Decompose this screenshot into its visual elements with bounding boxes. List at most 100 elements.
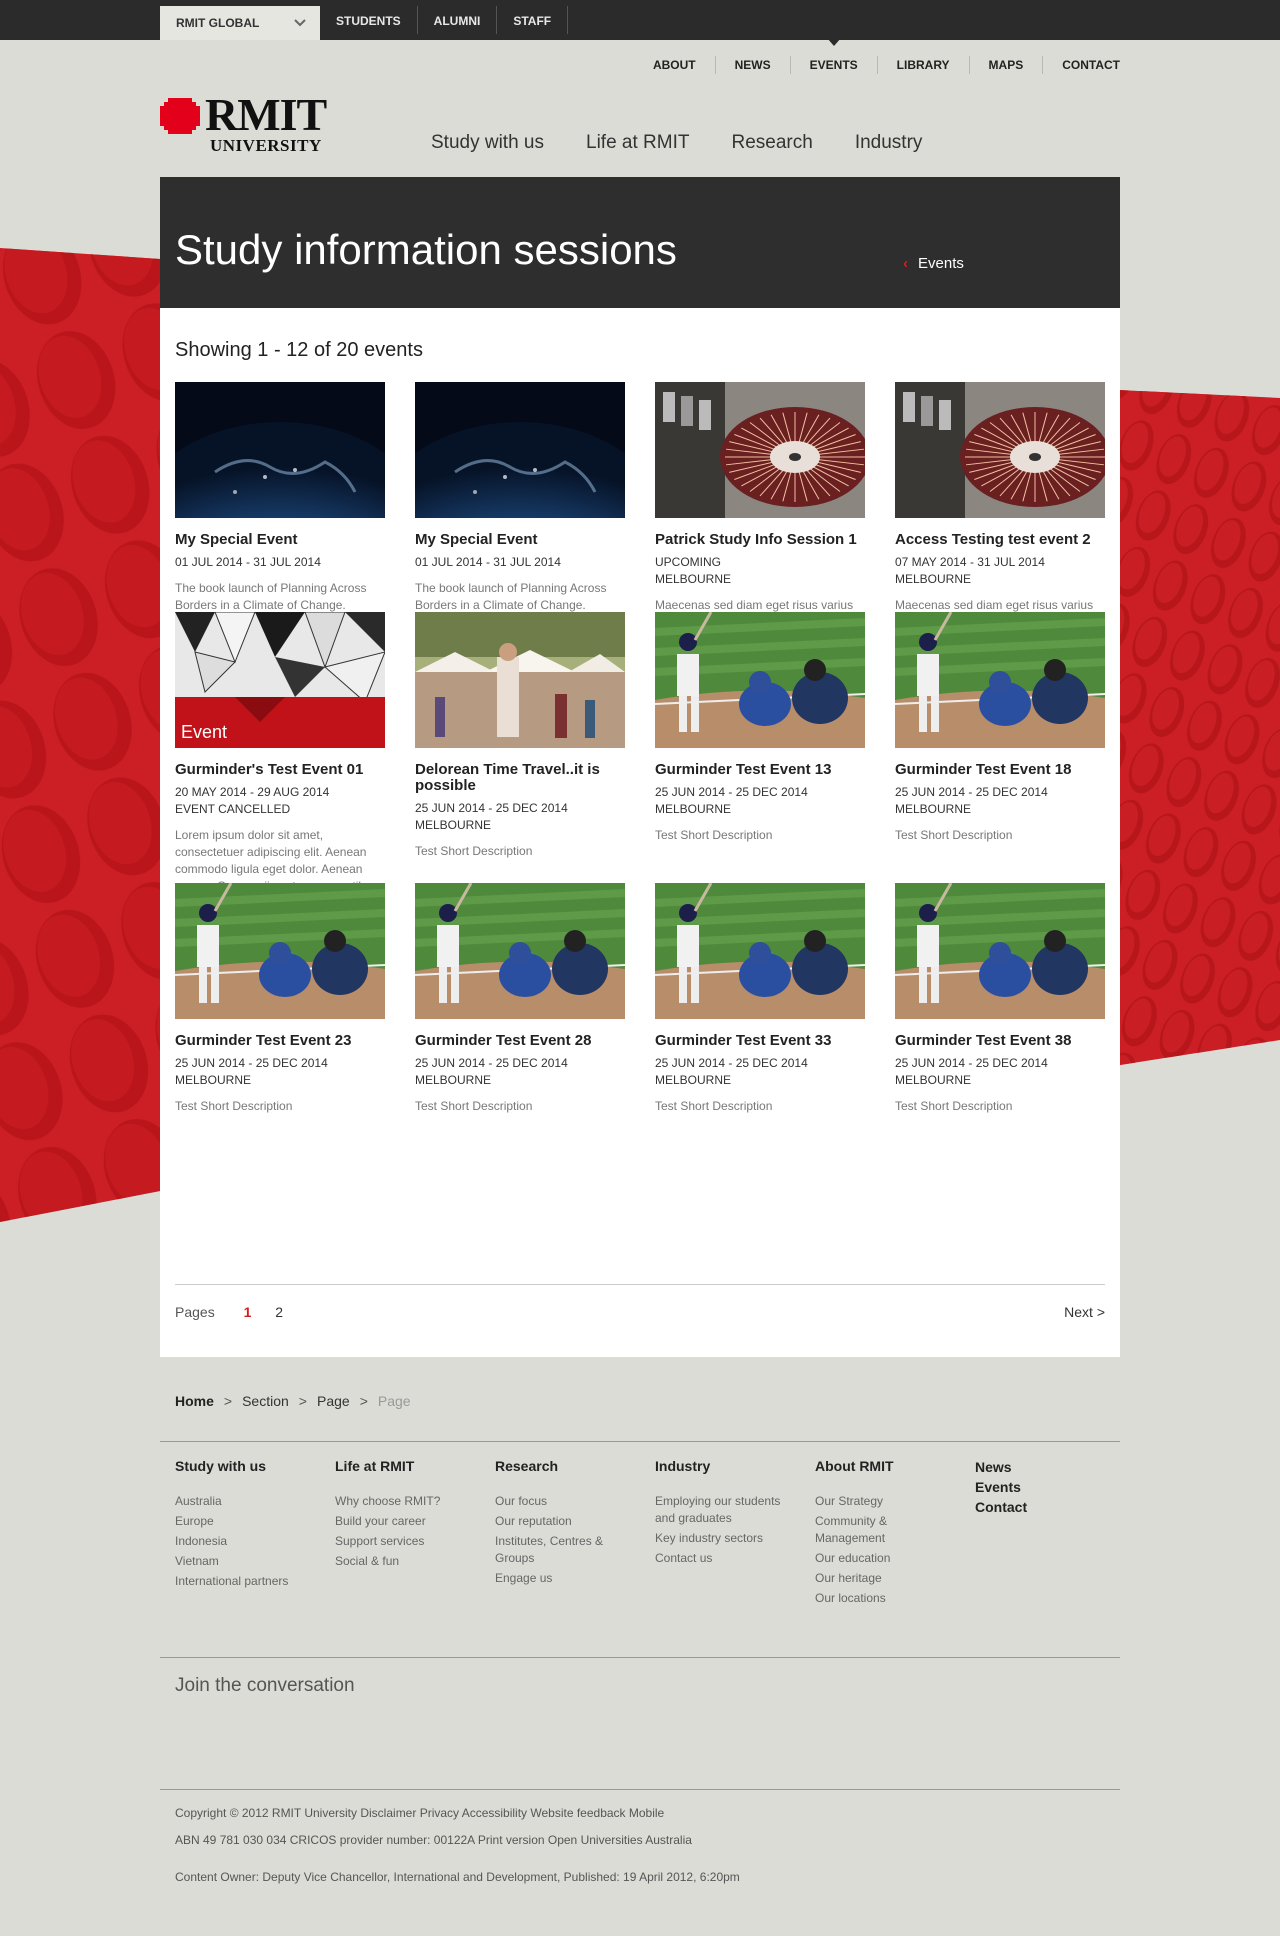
- footer-link[interactable]: Key industry sectors: [655, 1530, 795, 1547]
- footer-column-heading[interactable]: Life at RMIT: [335, 1458, 495, 1474]
- event-thumbnail[interactable]: Event: [175, 612, 385, 748]
- event-meta: UPCOMING MELBOURNE: [655, 554, 865, 588]
- nav-industry[interactable]: Industry: [855, 132, 923, 154]
- event-thumbnail[interactable]: [895, 612, 1105, 748]
- nav-research[interactable]: Research: [731, 132, 812, 154]
- event-card[interactable]: My Special Event 01 JUL 2014 - 31 JUL 20…: [415, 382, 625, 612]
- footer-link[interactable]: Our focus: [495, 1493, 635, 1510]
- event-title[interactable]: Gurminder Test Event 23: [175, 1033, 385, 1049]
- event-card[interactable]: Gurminder Test Event 33 25 JUN 2014 - 25…: [655, 883, 865, 1113]
- event-meta-line: UPCOMING: [655, 555, 721, 569]
- breadcrumb-page[interactable]: Page: [317, 1393, 350, 1409]
- page-1-link[interactable]: 1: [244, 1304, 252, 1320]
- util-library[interactable]: LIBRARY: [876, 56, 969, 74]
- event-thumbnail[interactable]: [655, 382, 865, 518]
- event-meta: 25 JUN 2014 - 25 DEC 2014 MELBOURNE: [415, 800, 625, 834]
- footer-link[interactable]: Social & fun: [335, 1553, 475, 1570]
- footer-link[interactable]: Our locations: [815, 1590, 955, 1607]
- event-title[interactable]: Gurminder Test Event 13: [655, 762, 865, 778]
- event-card[interactable]: Gurminder Test Event 28 25 JUN 2014 - 25…: [415, 883, 625, 1113]
- footer-link[interactable]: Our Strategy: [815, 1493, 955, 1510]
- event-title[interactable]: Gurminder Test Event 18: [895, 762, 1105, 778]
- event-description: Test Short Description: [655, 1099, 773, 1113]
- event-thumbnail[interactable]: [655, 612, 865, 748]
- event-card[interactable]: Gurminder Test Event 13 25 JUN 2014 - 25…: [655, 612, 865, 883]
- event-thumbnail[interactable]: [895, 382, 1105, 518]
- events-grid: My Special Event 01 JUL 2014 - 31 JUL 20…: [175, 382, 1105, 1113]
- util-maps[interactable]: MAPS: [968, 56, 1043, 74]
- event-meta-line: 01 JUL 2014 - 31 JUL 2014: [175, 555, 321, 569]
- event-thumbnail[interactable]: [415, 883, 625, 1019]
- footer-link[interactable]: Institutes, Centres & Groups: [495, 1533, 635, 1567]
- event-thumbnail[interactable]: [415, 612, 625, 748]
- event-card[interactable]: Access Testing test event 2 07 MAY 2014 …: [895, 382, 1105, 629]
- footer-link[interactable]: Our reputation: [495, 1513, 635, 1530]
- event-title[interactable]: Gurminder's Test Event 01: [175, 762, 385, 778]
- rmit-global-dropdown[interactable]: RMIT GLOBAL: [160, 6, 320, 40]
- footer-link[interactable]: Indonesia: [175, 1533, 315, 1550]
- event-thumbnail[interactable]: [895, 883, 1105, 1019]
- footer-link[interactable]: Why choose RMIT?: [335, 1493, 475, 1510]
- footer-column-heading[interactable]: Industry: [655, 1458, 815, 1474]
- event-meta-line: 25 JUN 2014 - 25 DEC 2014: [655, 785, 808, 799]
- event-thumbnail[interactable]: [415, 382, 625, 518]
- footer-link[interactable]: Employing our students and graduates: [655, 1493, 795, 1527]
- event-thumbnail[interactable]: [655, 883, 865, 1019]
- event-thumbnail[interactable]: [175, 883, 385, 1019]
- footer-link[interactable]: Community & Management: [815, 1513, 955, 1547]
- event-meta: 25 JUN 2014 - 25 DEC 2014 MELBOURNE: [655, 784, 865, 818]
- event-card[interactable]: Gurminder Test Event 18 25 JUN 2014 - 25…: [895, 612, 1105, 883]
- event-title[interactable]: My Special Event: [175, 532, 385, 548]
- rmit-logo[interactable]: RMIT UNIVERSITY: [160, 92, 330, 156]
- footer-link[interactable]: Support services: [335, 1533, 475, 1550]
- util-about[interactable]: ABOUT: [634, 56, 715, 74]
- next-page-link[interactable]: Next >: [1064, 1304, 1105, 1320]
- event-card[interactable]: Delorean Time Travel..it is possible 25 …: [415, 612, 625, 883]
- rmit-pixel-logo-icon: [160, 98, 200, 134]
- footer-quick-link[interactable]: News: [975, 1458, 1115, 1476]
- footer-link[interactable]: Our education: [815, 1550, 955, 1567]
- events-listing: Showing 1 - 12 of 20 events My Special E…: [160, 308, 1120, 1357]
- students-link[interactable]: STUDENTS: [320, 6, 418, 34]
- footer-link[interactable]: Our heritage: [815, 1570, 955, 1587]
- footer-link[interactable]: Engage us: [495, 1570, 635, 1587]
- footer-column-heading[interactable]: Study with us: [175, 1458, 335, 1474]
- event-meta: 20 MAY 2014 - 29 AUG 2014 EVENT CANCELLED: [175, 784, 385, 818]
- footer-quick-link[interactable]: Events: [975, 1478, 1115, 1496]
- event-title[interactable]: Gurminder Test Event 28: [415, 1033, 625, 1049]
- footer-link[interactable]: Australia: [175, 1493, 315, 1510]
- alumni-link[interactable]: ALUMNI: [418, 6, 498, 34]
- util-news[interactable]: NEWS: [714, 56, 790, 74]
- footer-link[interactable]: Build your career: [335, 1513, 475, 1530]
- event-title[interactable]: Delorean Time Travel..it is possible: [415, 762, 625, 794]
- footer-link[interactable]: Contact us: [655, 1550, 795, 1567]
- footer-quick-link[interactable]: Contact: [975, 1498, 1115, 1516]
- event-title[interactable]: Gurminder Test Event 38: [895, 1033, 1105, 1049]
- event-card[interactable]: My Special Event 01 JUL 2014 - 31 JUL 20…: [175, 382, 385, 612]
- event-card[interactable]: Event Gurminder's Test Event 01 20 MAY 2…: [175, 612, 385, 910]
- breadcrumb-home[interactable]: Home: [175, 1393, 214, 1409]
- nav-life-at-rmit[interactable]: Life at RMIT: [586, 132, 689, 154]
- event-meta-line: 20 MAY 2014 - 29 AUG 2014: [175, 785, 330, 799]
- event-title[interactable]: My Special Event: [415, 532, 625, 548]
- page-2-link[interactable]: 2: [275, 1304, 283, 1320]
- event-card[interactable]: Gurminder Test Event 23 25 JUN 2014 - 25…: [175, 883, 385, 1113]
- footer-link[interactable]: Europe: [175, 1513, 315, 1530]
- event-card[interactable]: Gurminder Test Event 38 25 JUN 2014 - 25…: [895, 883, 1105, 1113]
- footer-column-heading[interactable]: Research: [495, 1458, 655, 1474]
- back-to-events-link[interactable]: ‹ Events: [903, 255, 964, 272]
- staff-link[interactable]: STAFF: [497, 6, 569, 34]
- event-card[interactable]: Patrick Study Info Session 1 UPCOMING MEL…: [655, 382, 865, 629]
- event-title[interactable]: Patrick Study Info Session 1: [655, 532, 865, 548]
- footer-column-heading[interactable]: About RMIT: [815, 1458, 975, 1474]
- event-description: Test Short Description: [895, 1099, 1013, 1113]
- footer-link[interactable]: International partners: [175, 1573, 315, 1590]
- breadcrumb-section[interactable]: Section: [242, 1393, 289, 1409]
- event-title[interactable]: Gurminder Test Event 33: [655, 1033, 865, 1049]
- util-contact[interactable]: CONTACT: [1042, 56, 1120, 74]
- event-thumbnail[interactable]: [175, 382, 385, 518]
- event-title[interactable]: Access Testing test event 2: [895, 532, 1105, 548]
- util-events[interactable]: EVENTS: [789, 38, 877, 74]
- nav-study-with-us[interactable]: Study with us: [431, 132, 544, 154]
- footer-link[interactable]: Vietnam: [175, 1553, 315, 1570]
